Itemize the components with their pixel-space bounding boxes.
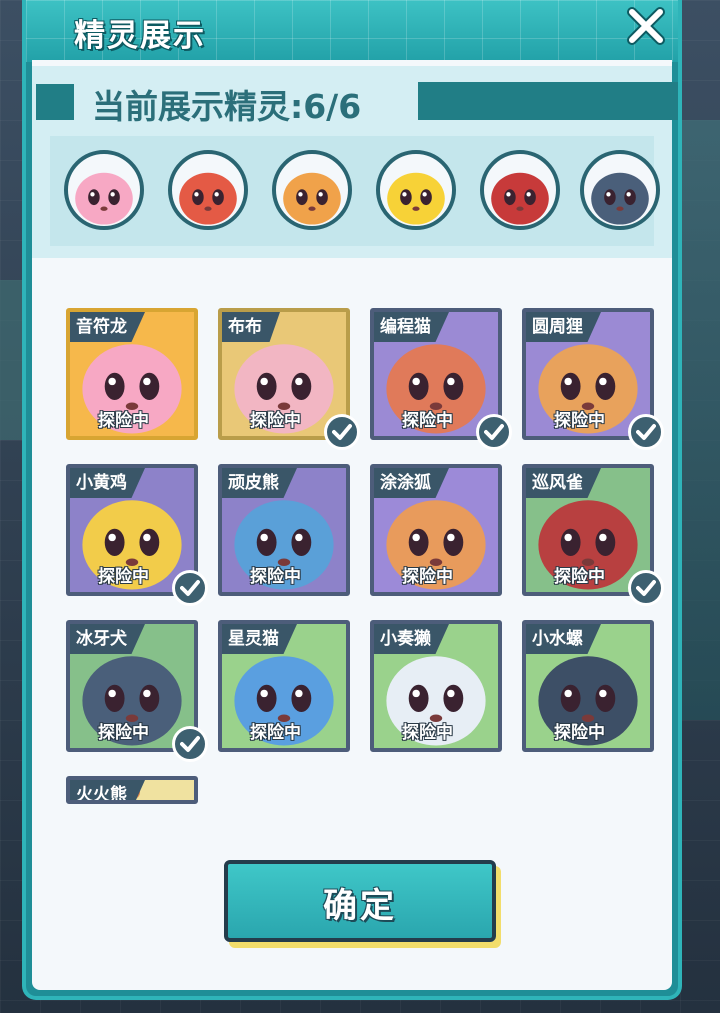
sprite-display-panel: 精灵展示 当前展示精灵:6/6 音符龙 探险中 布布 探险中 编程猫 探险中 圆周狸 探险中小…	[22, 0, 682, 1000]
sprite-card[interactable]: 火火熊	[66, 776, 198, 804]
sprite-status: 探险中	[250, 411, 301, 431]
sprite-status: 探险中	[402, 411, 453, 431]
check-icon	[628, 414, 664, 450]
sprite-status: 探险中	[554, 411, 605, 431]
check-icon	[628, 570, 664, 606]
sprite-card[interactable]: 音符龙 探险中	[66, 308, 198, 440]
sprite-card[interactable]: 星灵猫 探险中	[218, 620, 350, 752]
sprite-status: 探险中	[98, 411, 149, 431]
check-icon	[172, 726, 208, 762]
sprite-card[interactable]: 编程猫 探险中	[370, 308, 512, 450]
label-bar-right	[418, 82, 678, 120]
sprite-card-frame: 顽皮熊 探险中	[218, 464, 350, 596]
sprite-card[interactable]: 小水螺 探险中	[522, 620, 654, 752]
sprite-status: 探险中	[250, 723, 301, 743]
red-black-bird-avatar[interactable]	[480, 150, 560, 230]
sprite-status: 探险中	[554, 567, 605, 587]
orange-leaf-avatar[interactable]	[272, 150, 352, 230]
sprite-status: 探险中	[554, 723, 605, 743]
sprite-card[interactable]: 冰牙犬 探险中	[66, 620, 208, 762]
check-icon	[172, 570, 208, 606]
sprite-card-frame: 星灵猫 探险中	[218, 620, 350, 752]
current-avatar-row	[50, 136, 660, 246]
sprite-card-frame: 火火熊	[66, 776, 198, 804]
close-icon	[627, 7, 665, 45]
label-bar-left	[36, 84, 74, 120]
confirm-button[interactable]: 确定	[224, 860, 496, 942]
sprite-card[interactable]: 顽皮熊 探险中	[218, 464, 350, 596]
close-button[interactable]	[624, 4, 668, 48]
red-fox-avatar[interactable]	[168, 150, 248, 230]
sprite-status: 探险中	[250, 567, 301, 587]
sprite-card[interactable]: 圆周狸 探险中	[522, 308, 664, 450]
panel-title: 精灵展示	[74, 18, 206, 54]
sprite-card-frame: 音符龙 探险中	[66, 308, 198, 440]
yellow-chick-avatar[interactable]	[376, 150, 456, 230]
current-display-section: 当前展示精灵:6/6	[32, 66, 678, 258]
sprite-card[interactable]: 小奏獭 探险中	[370, 620, 502, 752]
sprite-card-frame: 小奏獭 探险中	[370, 620, 502, 752]
dark-dog-avatar[interactable]	[580, 150, 660, 230]
sprite-card[interactable]: 涂涂狐 探险中	[370, 464, 502, 596]
sprite-card[interactable]: 布布 探险中	[218, 308, 360, 450]
sprite-card-frame: 小水螺 探险中	[522, 620, 654, 752]
sprite-status: 探险中	[98, 723, 149, 743]
sprite-status: 探险中	[402, 567, 453, 587]
check-icon	[324, 414, 360, 450]
confirm-button-label: 确定	[323, 886, 397, 926]
sprite-card[interactable]: 巡风雀 探险中	[522, 464, 664, 606]
sprite-status: 探险中	[98, 567, 149, 587]
check-icon	[476, 414, 512, 450]
sprite-card-frame: 涂涂狐 探险中	[370, 464, 502, 596]
sprite-name: 火火熊	[70, 780, 145, 800]
sprite-status: 探险中	[402, 723, 453, 743]
current-display-count: 当前展示精灵:6/6	[92, 87, 362, 126]
sprite-card[interactable]: 小黄鸡 探险中	[66, 464, 208, 606]
pink-creature-avatar[interactable]	[64, 150, 144, 230]
